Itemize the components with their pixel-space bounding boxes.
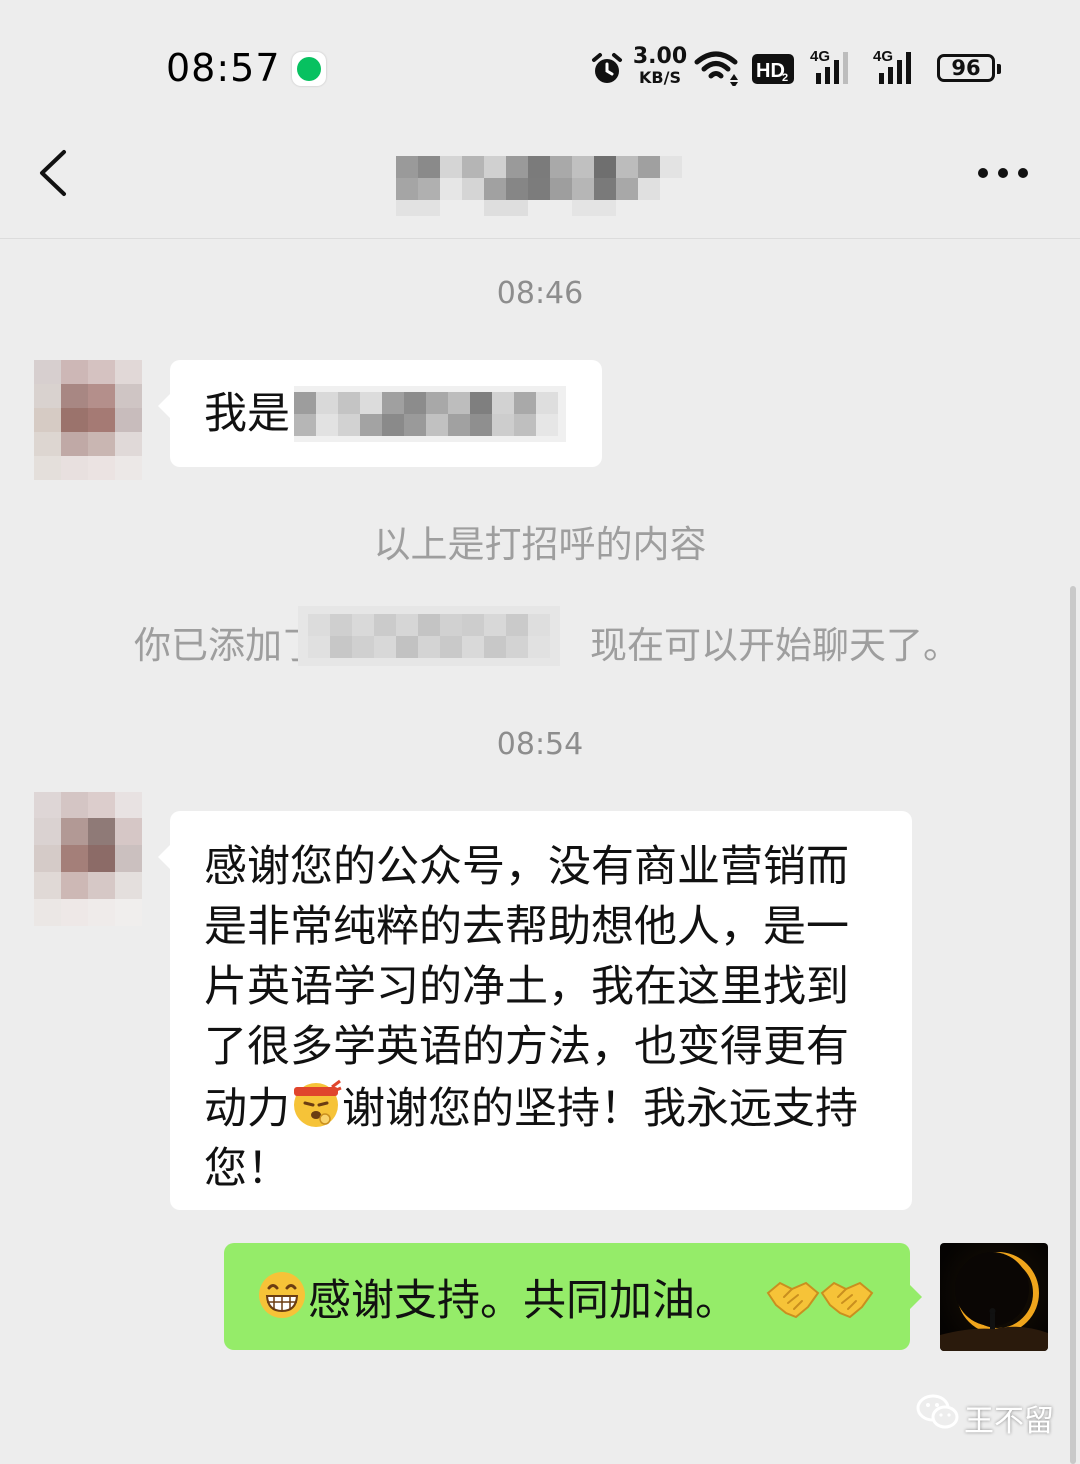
contact-avatar[interactable] xyxy=(34,792,142,926)
battery-icon: 96 xyxy=(937,54,1001,82)
message-text: 我是 xyxy=(204,389,290,439)
wechat-notification-icon xyxy=(292,52,326,86)
message-text: 感谢支持。共同加油。 xyxy=(256,1269,874,1331)
wechat-logo-icon xyxy=(916,1394,959,1429)
network-speed-unit: KB/S xyxy=(639,68,681,87)
hd-icon: HD 2 xyxy=(752,54,794,84)
back-arrow-icon[interactable] xyxy=(34,148,74,198)
handshake-icon xyxy=(766,1281,820,1319)
message-timestamp: 08:46 xyxy=(496,276,584,311)
system-note-prefix: 你已添加了 xyxy=(134,624,319,667)
signal-strength-icon: 4G xyxy=(873,48,911,84)
signal-label: 4G xyxy=(873,48,893,65)
message-timestamp: 08:54 xyxy=(496,727,584,762)
handshake-icon xyxy=(820,1281,874,1319)
watermark: 王不留 xyxy=(916,1392,1054,1442)
status-time: 08:57 xyxy=(166,46,281,90)
system-note-suffix: 现在可以开始聊天了。 xyxy=(590,624,960,667)
message-text: 感谢您的公众号，没有商业营销而是非常纯粹的去帮助想他人，是一片英语学习的净土，我… xyxy=(204,837,884,1199)
incoming-message-bubble[interactable]: 感谢您的公众号，没有商业营销而是非常纯粹的去帮助想他人，是一片英语学习的净土，我… xyxy=(158,811,912,1210)
status-bar: 08:57 3.00 KB/S HD 2 4G 4G 96 xyxy=(0,0,1080,120)
my-avatar[interactable] xyxy=(940,1243,1048,1351)
svg-text:2: 2 xyxy=(782,72,788,84)
network-speed-value: 3.00 xyxy=(632,44,688,69)
incoming-message-bubble[interactable]: 我是 xyxy=(158,360,602,467)
watermark-text: 王不留 xyxy=(964,1404,1054,1439)
contact-avatar[interactable] xyxy=(34,360,142,480)
grinning-face-icon xyxy=(259,1272,305,1318)
signal-label: 4G xyxy=(810,48,830,65)
network-speed: 3.00 KB/S xyxy=(632,46,688,86)
alarm-icon xyxy=(592,53,622,83)
wifi-icon xyxy=(694,51,738,86)
more-options-icon[interactable] xyxy=(978,168,1028,180)
determined-face-emoji-icon xyxy=(294,1079,342,1127)
contact-name-blurred xyxy=(396,156,682,216)
outgoing-message-bubble[interactable]: 感谢支持。共同加油。 xyxy=(224,1243,922,1350)
system-note: 以上是打招呼的内容 xyxy=(373,523,707,566)
chat-header xyxy=(0,120,1080,239)
blurred-contact-name xyxy=(298,606,560,666)
signal-strength-icon: 4G xyxy=(810,48,848,84)
hd-label: HD xyxy=(756,60,785,82)
blurred-name xyxy=(294,386,566,442)
battery-level: 96 xyxy=(951,56,981,80)
scrollbar[interactable] xyxy=(1070,586,1076,1464)
message-text-part: 感谢支持。共同加油。 xyxy=(308,1276,738,1326)
